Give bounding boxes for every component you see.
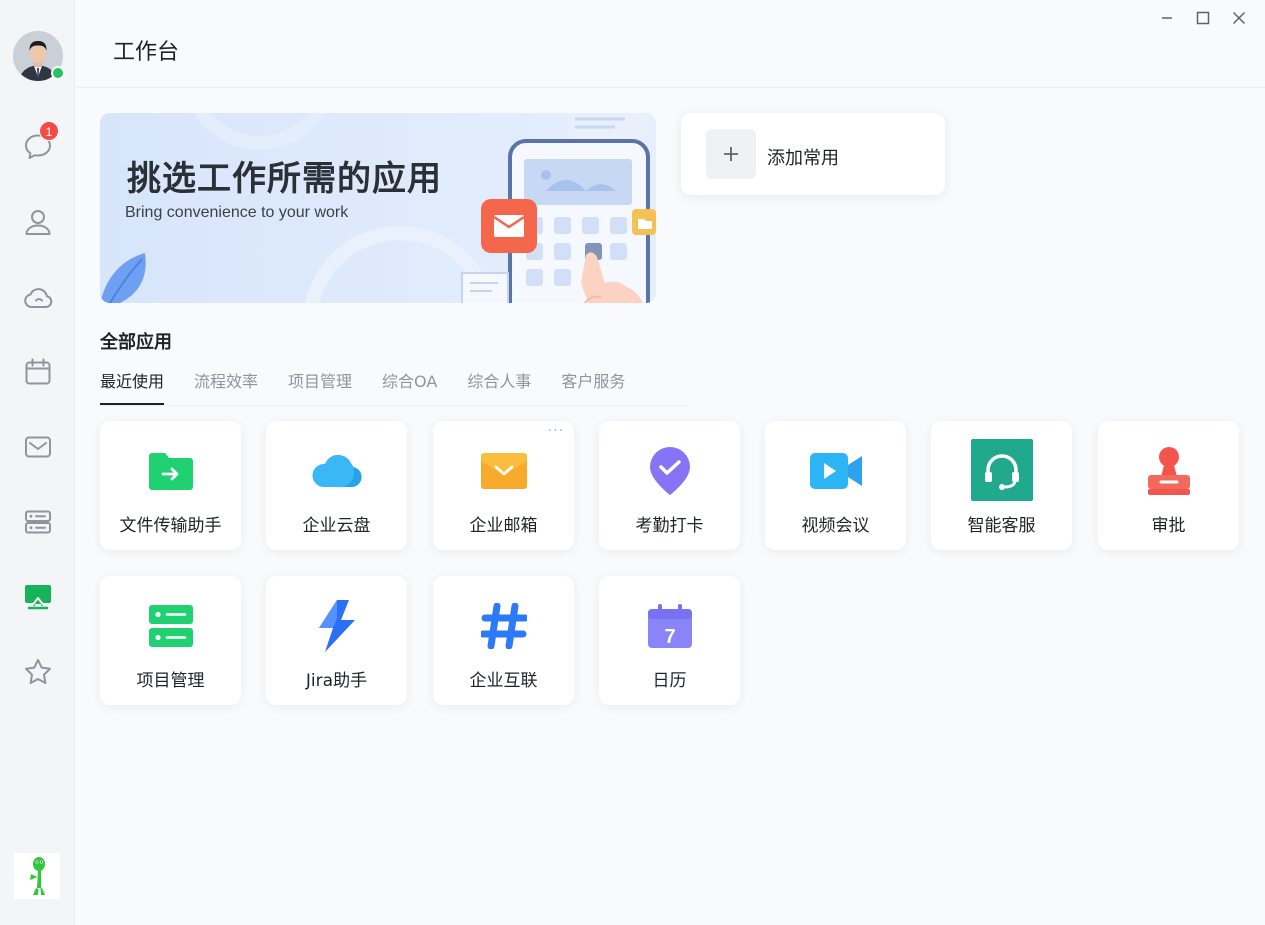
app-file-transfer[interactable]: 文件传输助手 [100, 421, 241, 550]
calendar-day-number: 7 [664, 626, 675, 648]
tab-oa[interactable]: 综合OA [382, 370, 437, 405]
mascot-logo[interactable] [14, 853, 60, 899]
app-label: 文件传输助手 [119, 516, 222, 536]
person-icon [25, 210, 51, 235]
tab-recent[interactable]: 最近使用 [100, 370, 165, 405]
calendar-7-icon: 7 [638, 594, 702, 658]
close-icon [1232, 11, 1246, 25]
cloud-drive-icon [305, 439, 369, 503]
rail-item-messages[interactable]: 1 [17, 121, 59, 168]
green-mascot-icon [30, 857, 45, 895]
headset-icon [971, 439, 1033, 501]
calendar-icon [25, 358, 51, 385]
app-attendance[interactable]: 考勤打卡 [599, 421, 740, 550]
promo-banner[interactable]: 挑选工作所需的应用 Bring convenience to your work [100, 113, 656, 303]
add-plus-button[interactable] [706, 129, 756, 179]
app-label: 企业云盘 [302, 516, 371, 536]
app-approval[interactable]: 审批 [1098, 421, 1239, 550]
left-rail: 1 [0, 0, 75, 925]
section-title: 全部应用 [100, 332, 172, 353]
stamp-icon [1137, 439, 1201, 503]
video-camera-icon [804, 439, 868, 503]
close-button[interactable] [1227, 6, 1251, 30]
app-label: 考勤打卡 [635, 516, 704, 536]
minimize-icon [1162, 17, 1172, 19]
app-cloud-drive[interactable]: 企业云盘 [266, 421, 407, 550]
app-mailbox[interactable]: ··· 企业邮箱 [433, 421, 574, 550]
tab-workflow[interactable]: 流程效率 [194, 370, 258, 405]
rail-item-contacts[interactable] [17, 201, 59, 243]
plus-icon [724, 147, 738, 161]
workbench-icon [25, 585, 51, 610]
header-divider [76, 87, 1265, 88]
app-label: 智能客服 [967, 516, 1036, 536]
online-status-indicator [51, 66, 65, 80]
rail-item-cloud[interactable] [17, 276, 59, 318]
maximize-icon [1196, 11, 1210, 25]
app-label: Jira助手 [305, 671, 368, 691]
app-project-management[interactable]: 项目管理 [100, 576, 241, 705]
tab-hr[interactable]: 综合人事 [467, 370, 531, 405]
app-video-meeting[interactable]: 视频会议 [765, 421, 906, 550]
rail-item-workbench[interactable] [17, 576, 59, 618]
window-controls [1155, 6, 1251, 30]
add-favorite-label: 添加常用 [767, 148, 839, 169]
server-icon [25, 510, 51, 534]
rail-item-mail[interactable] [17, 426, 59, 468]
more-options-button[interactable]: ··· [548, 424, 564, 438]
app-calendar[interactable]: 7 日历 [599, 576, 740, 705]
app-enterprise-connect[interactable]: 企业互联 [433, 576, 574, 705]
app-label: 日历 [652, 671, 687, 691]
banner-subtitle: Bring convenience to your work [125, 204, 349, 221]
app-label: 项目管理 [136, 671, 205, 691]
mail-icon [25, 436, 51, 458]
rail-item-favorites[interactable] [17, 651, 59, 693]
app-jira[interactable]: Jira助手 [266, 576, 407, 705]
app-label: 企业邮箱 [469, 516, 538, 536]
minimize-button[interactable] [1155, 6, 1179, 30]
project-server-icon [139, 594, 203, 658]
checkin-pin-icon [638, 439, 702, 503]
app-smart-service[interactable]: 智能客服 [931, 421, 1072, 550]
app-label: 企业互联 [469, 671, 538, 691]
tab-project[interactable]: 项目管理 [288, 370, 352, 405]
app-label: 审批 [1151, 516, 1186, 536]
unread-badge: 1 [39, 121, 59, 141]
mailbox-icon [472, 439, 536, 503]
maximize-button[interactable] [1191, 6, 1215, 30]
hashtag-icon [472, 594, 536, 658]
rail-item-server[interactable] [17, 501, 59, 543]
app-label: 视频会议 [801, 516, 870, 536]
folder-transfer-icon [139, 439, 203, 503]
cloud-icon [24, 288, 53, 308]
page-title: 工作台 [113, 40, 180, 65]
banner-title: 挑选工作所需的应用 [127, 159, 442, 199]
add-favorite-card[interactable]: 添加常用 [681, 113, 945, 195]
star-icon [25, 659, 51, 684]
jira-icon [305, 594, 369, 658]
category-tabs: 最近使用 流程效率 项目管理 综合OA 综合人事 客户服务 [100, 370, 688, 406]
tab-customer-service[interactable]: 客户服务 [561, 370, 625, 405]
rail-item-calendar[interactable] [17, 351, 59, 393]
